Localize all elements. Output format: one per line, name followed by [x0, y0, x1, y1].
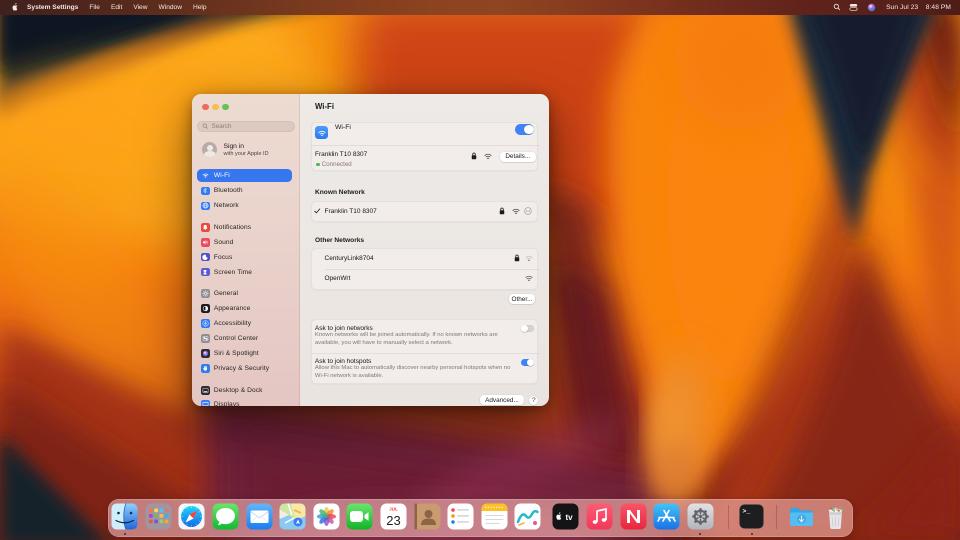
svg-text:tv: tv	[565, 513, 573, 522]
svg-text:JUL: JUL	[389, 507, 398, 512]
svg-text:>_: >_	[743, 508, 751, 515]
svg-text:23: 23	[386, 513, 400, 528]
